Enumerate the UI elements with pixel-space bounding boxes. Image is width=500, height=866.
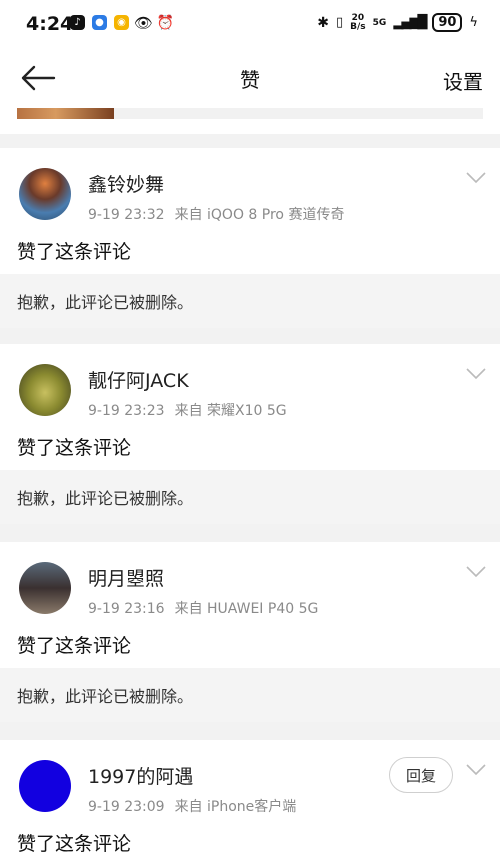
page-title: 赞 [240, 68, 260, 92]
status-indicators: ✱ ▯ 20 B/s 5G ▂▄▆█ 90 ϟ [317, 13, 478, 32]
list-item[interactable]: 1997的阿遇 9-19 23:09 来自 iPhone客户端 回复 赞了这条评论 [0, 740, 500, 866]
quote-bar [114, 108, 483, 119]
net-speed: 20 B/s [350, 12, 366, 32]
timestamp: 9-19 23:09 [88, 799, 165, 815]
comment-meta: 9-19 23:09 来自 iPhone客户端 [88, 796, 296, 816]
nav-bar: 赞 设置 [0, 48, 500, 108]
quoted-comment[interactable]: 抱歉，此评论已被删除。 [0, 274, 500, 328]
quoted-comment-text: 抱歉，此评论已被删除。 [17, 489, 194, 508]
username[interactable]: 靓仔阿JACK [88, 366, 189, 393]
battery-indicator: 90 [432, 13, 463, 32]
vibrate-icon: ▯ [336, 15, 344, 30]
source-device: 来自 iPhone客户端 [174, 799, 297, 815]
action-text: 赞了这条评论 [17, 833, 132, 855]
bluetooth-icon: ✱ [317, 14, 329, 31]
list-item[interactable]: 鑫铃妙舞 9-19 23:32 来自 iQOO 8 Pro 赛道传奇 赞了这条评论… [0, 148, 500, 328]
quoted-comment[interactable]: 抱歉，此评论已被删除。 [0, 668, 500, 722]
list-item[interactable]: 靓仔阿JACK 9-19 23:23 来自 荣耀X10 5G 赞了这条评论 抱歉，… [0, 344, 500, 524]
status-time: 4:24 [26, 13, 74, 35]
comment-meta: 9-19 23:16 来自 HUAWEI P40 5G [88, 598, 318, 618]
action-text: 赞了这条评论 [17, 437, 132, 459]
signal-icon: ▂▄▆█ [393, 15, 427, 30]
timestamp: 9-19 23:32 [88, 207, 165, 223]
action-text: 赞了这条评论 [17, 241, 132, 263]
avatar[interactable] [19, 760, 71, 812]
reply-button[interactable]: 回复 [389, 757, 453, 793]
weibo-icon: ◉ [114, 15, 129, 30]
source-device: 来自 iQOO 8 Pro 赛道传奇 [174, 207, 345, 223]
tiktok-icon: ♪ [70, 15, 85, 30]
charging-icon: ϟ [469, 15, 478, 30]
action-text: 赞了这条评论 [17, 635, 132, 657]
timestamp: 9-19 23:16 [88, 601, 165, 617]
app-notification-icon: ● [92, 15, 107, 30]
list-item[interactable]: 明月曌照 9-19 23:16 来自 HUAWEI P40 5G 赞了这条评论 抱… [0, 542, 500, 722]
source-device: 来自 HUAWEI P40 5G [174, 601, 319, 617]
status-bar: 4:24 ♪ ● ◉ 👁 ⏰ ✱ ▯ 20 B/s 5G ▂▄▆█ 90 ϟ [0, 0, 500, 48]
thumbnail [17, 108, 114, 119]
chevron-down-icon[interactable] [466, 764, 486, 776]
username[interactable]: 1997的阿遇 [88, 762, 193, 789]
timestamp: 9-19 23:23 [88, 403, 165, 419]
chevron-down-icon[interactable] [466, 566, 486, 578]
comment-meta: 9-19 23:23 来自 荣耀X10 5G [88, 400, 287, 420]
previous-list-item[interactable] [0, 108, 500, 134]
avatar[interactable] [19, 364, 71, 416]
chevron-down-icon[interactable] [466, 368, 486, 380]
quoted-comment[interactable]: 抱歉，此评论已被删除。 [0, 470, 500, 524]
status-app-icons: ♪ ● ◉ 👁 ⏰ [70, 13, 175, 32]
source-device: 来自 荣耀X10 5G [174, 403, 287, 419]
avatar[interactable] [19, 168, 71, 220]
username[interactable]: 鑫铃妙舞 [88, 170, 164, 197]
settings-button[interactable]: 设置 [443, 66, 483, 95]
alarm-icon: ⏰ [156, 14, 175, 31]
quoted-comment-text: 抱歉，此评论已被删除。 [17, 687, 194, 706]
chevron-down-icon[interactable] [466, 172, 486, 184]
network-type: 5G [372, 17, 387, 28]
eye-icon: 👁 [133, 13, 154, 32]
username[interactable]: 明月曌照 [88, 564, 164, 591]
avatar[interactable] [19, 562, 71, 614]
quoted-comment-text: 抱歉，此评论已被删除。 [17, 293, 194, 312]
comment-meta: 9-19 23:32 来自 iQOO 8 Pro 赛道传奇 [88, 204, 344, 224]
